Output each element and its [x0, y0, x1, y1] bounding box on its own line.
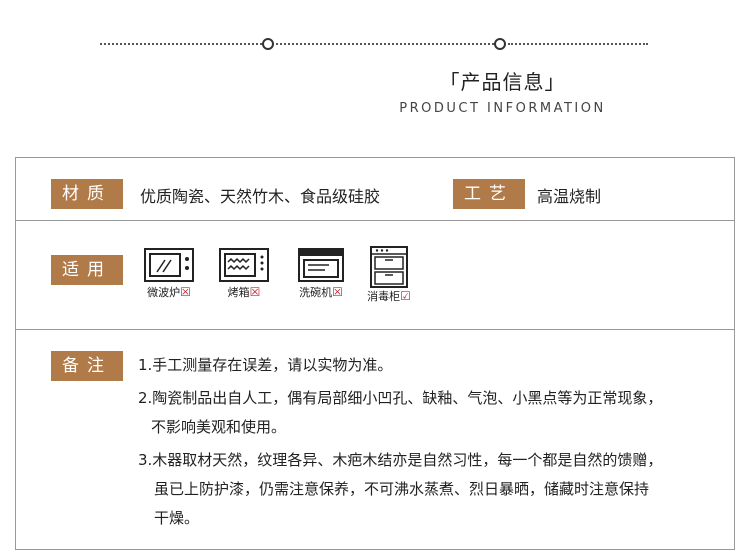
- usage-item-label: 微波炉: [147, 286, 181, 299]
- oven-icon: [219, 248, 269, 282]
- section-subtitle: PRODUCT INFORMATION: [399, 101, 606, 116]
- note-line-6: 干燥。: [154, 509, 200, 527]
- note-line-5: 虽已上防护漆，仍需注意保养，不可沸水蒸煮、烈日暴晒，储藏时注意保持: [154, 480, 650, 498]
- dishwasher-icon: [298, 248, 344, 282]
- decor-dotted-line-middle: [276, 43, 494, 45]
- decor-dotted-line-right: [508, 43, 648, 45]
- usage-item-disinfection-cabinet: 消毒柜☑: [354, 246, 424, 304]
- row-divider: [16, 220, 734, 221]
- usage-item-oven: 烤箱☒: [209, 246, 279, 300]
- note-line-2: 2.陶瓷制品出自人工，偶有局部细小凹孔、缺釉、气泡、小黑点等为正常现象，: [138, 389, 663, 407]
- decor-circle-right: [494, 38, 506, 50]
- note-line-3: 不影响美观和使用。: [151, 418, 287, 436]
- note-line-4: 3.木器取材天然，纹理各异、木疤木结亦是自然习性，每一个都是自然的馈赠，: [138, 451, 663, 469]
- product-info-table: 材质 优质陶瓷、天然竹木、食品级硅胶 工艺 高温烧制 适用 微波炉☒ 烤箱☒ 洗…: [15, 157, 735, 550]
- craft-value: 高温烧制: [537, 187, 602, 206]
- usage-item-label: 消毒柜: [367, 290, 401, 303]
- notes-label: 备注: [51, 351, 123, 381]
- decor-circle-left: [262, 38, 274, 50]
- microwave-icon: [144, 248, 194, 282]
- decor-dotted-line-left: [100, 43, 262, 45]
- not-suitable-icon: ☒: [249, 285, 261, 299]
- usage-item-dishwasher: 洗碗机☒: [286, 246, 356, 300]
- usage-label: 适用: [51, 255, 123, 285]
- note-line-1: 1.手工测量存在误差，请以实物为准。: [138, 356, 393, 374]
- usage-item-microwave: 微波炉☒: [134, 246, 204, 300]
- usage-item-label: 烤箱: [227, 286, 250, 299]
- not-suitable-icon: ☒: [332, 285, 343, 299]
- material-label: 材质: [51, 179, 123, 209]
- craft-label: 工艺: [453, 179, 525, 209]
- disinfection-cabinet-icon: [370, 246, 408, 288]
- suitable-icon: ☑: [400, 289, 411, 303]
- material-value: 优质陶瓷、天然竹木、食品级硅胶: [140, 187, 381, 206]
- usage-item-label: 洗碗机: [299, 286, 333, 299]
- row-divider: [16, 329, 734, 330]
- section-title: 「产品信息」: [439, 70, 566, 94]
- not-suitable-icon: ☒: [180, 285, 191, 299]
